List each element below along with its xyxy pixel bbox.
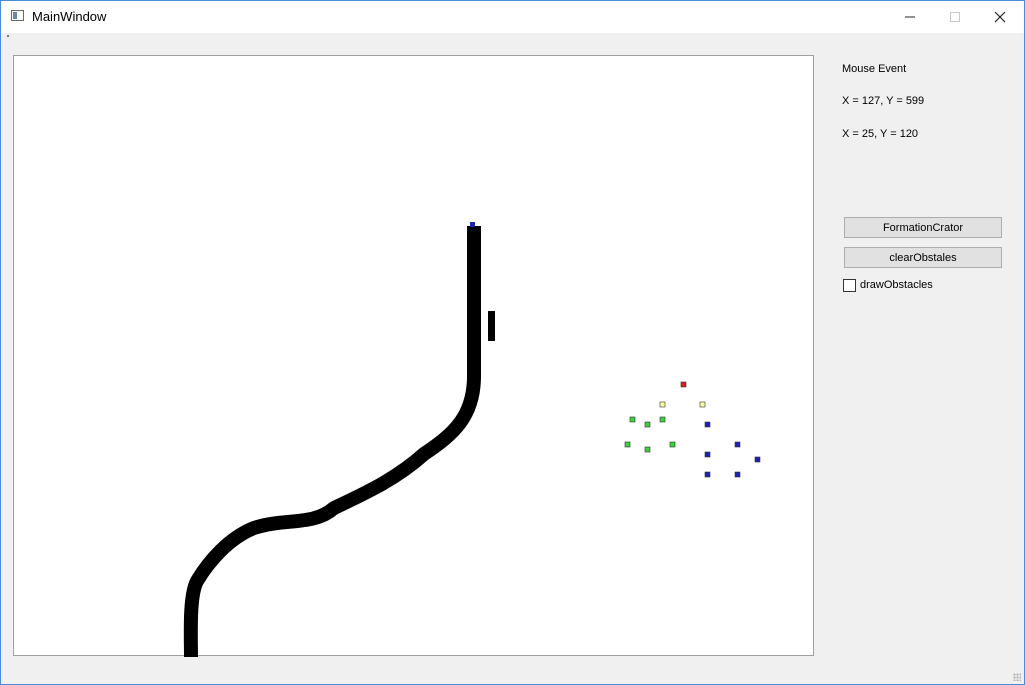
agent-blue-14 bbox=[734, 471, 741, 478]
agent-blue-10 bbox=[734, 441, 741, 448]
agent-yellow-2 bbox=[699, 401, 706, 408]
clear-obstacles-button[interactable]: clearObstales bbox=[844, 247, 1002, 268]
agent-green-8 bbox=[669, 441, 676, 448]
minimize-icon bbox=[904, 16, 915, 18]
draw-obstacles-checkbox-row[interactable]: drawObstacles bbox=[843, 278, 933, 292]
minimize-button[interactable] bbox=[887, 1, 932, 33]
draw-obstacles-label: drawObstacles bbox=[860, 279, 933, 291]
mouse-event-label: Mouse Event bbox=[842, 63, 907, 75]
drawing-canvas[interactable] bbox=[13, 55, 814, 657]
obstacle-bump bbox=[488, 311, 495, 341]
agent-green-3 bbox=[629, 416, 636, 423]
draw-obstacles-checkbox[interactable] bbox=[843, 278, 856, 292]
maximize-icon bbox=[949, 12, 960, 22]
coordinate-readout-2: X = 25, Y = 120 bbox=[842, 128, 919, 140]
agents-group bbox=[624, 381, 761, 478]
window-title: MainWindow bbox=[32, 9, 107, 24]
close-button[interactable] bbox=[977, 1, 1022, 33]
size-grip-icon[interactable] bbox=[1013, 673, 1021, 681]
agent-green-6 bbox=[624, 441, 631, 448]
app-icon bbox=[11, 10, 24, 21]
path-start-marker bbox=[470, 222, 475, 227]
scene bbox=[183, 222, 761, 657]
agent-blue-12 bbox=[704, 451, 711, 458]
agent-blue-13 bbox=[704, 471, 711, 478]
main-window: MainWindow Mouse Event X = 127, Y = 599 … bbox=[0, 0, 1025, 685]
maximize-button bbox=[932, 1, 977, 33]
menu-bar bbox=[1, 33, 1024, 43]
title-bar[interactable]: MainWindow bbox=[1, 1, 1024, 33]
close-icon bbox=[994, 11, 1005, 23]
agent-blue-9 bbox=[704, 421, 711, 428]
agent-green-5 bbox=[659, 416, 666, 423]
agent-green-4 bbox=[644, 421, 651, 428]
menu-grip bbox=[7, 35, 9, 37]
coordinate-readout-1: X = 127, Y = 599 bbox=[842, 95, 925, 107]
agent-leader-0 bbox=[680, 381, 687, 388]
obstacle-path bbox=[183, 226, 481, 657]
formation-creator-button[interactable]: FormationCrator bbox=[844, 217, 1002, 238]
agent-yellow-1 bbox=[659, 401, 666, 408]
agent-green-7 bbox=[644, 446, 651, 453]
agent-blue-11 bbox=[754, 456, 761, 463]
